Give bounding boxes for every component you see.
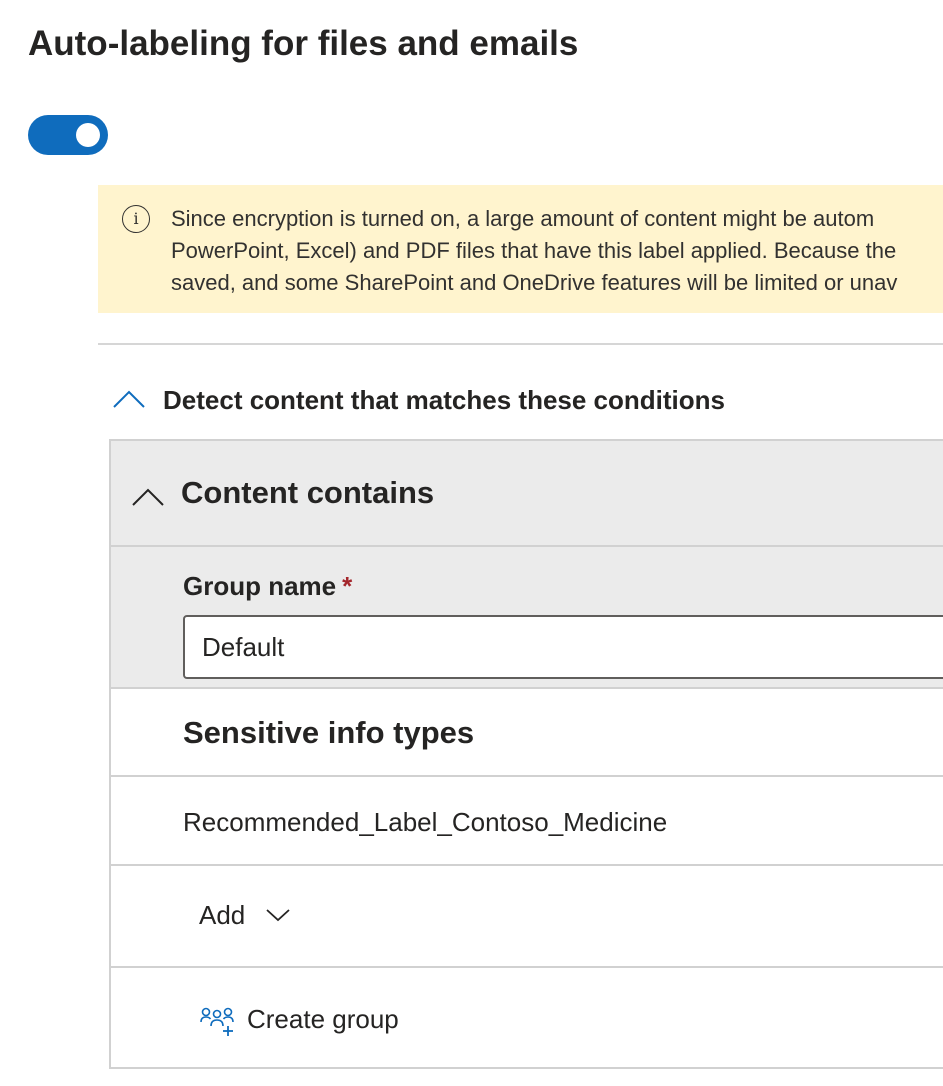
banner-message: Since encryption is turned on, a large a… [171,203,943,299]
create-group-row: Create group [111,968,943,1067]
chevron-up-icon [132,488,164,506]
required-marker: * [342,571,353,601]
banner-line: Since encryption is turned on, a large a… [171,206,875,231]
banner-line: PowerPoint, Excel) and PDF files that ha… [171,238,897,263]
chevron-down-icon [266,909,290,922]
sensitive-info-type-name: Recommended_Label_Contoso_Medicine [183,807,668,837]
content-contains-title: Content contains [181,475,435,510]
encryption-warning-banner: i Since encryption is turned on, a large… [98,185,943,313]
info-icon: i [122,205,150,233]
auto-labeling-toggle[interactable] [28,115,108,155]
content-contains-panel: Content contains Group name* Sensitive i… [109,439,943,1069]
group-name-label: Group name * [183,571,352,602]
chevron-up-icon [113,390,145,408]
group-name-input[interactable] [183,615,943,679]
add-button[interactable]: Add [199,900,290,936]
page-title: Auto-labeling for files and emails [28,24,579,63]
add-group-icon [200,1007,234,1036]
list-item: Recommended_Label_Contoso_Medicine [111,777,943,866]
sensitive-info-types-header: Sensitive info types [111,689,943,777]
section-divider [98,343,943,345]
create-group-label: Create group [247,1004,399,1034]
banner-line: saved, and some SharePoint and OneDrive … [171,270,898,295]
conditions-section-title: Detect content that matches these condit… [163,385,725,415]
sensitive-info-types-label: Sensitive info types [183,715,475,750]
group-name-text: Group name [183,571,337,601]
toggle-knob [76,123,100,147]
add-button-label: Add [199,900,246,930]
content-contains-header[interactable]: Content contains [111,441,943,547]
add-row: Add [111,866,943,968]
group-name-area: Group name * [111,547,943,689]
